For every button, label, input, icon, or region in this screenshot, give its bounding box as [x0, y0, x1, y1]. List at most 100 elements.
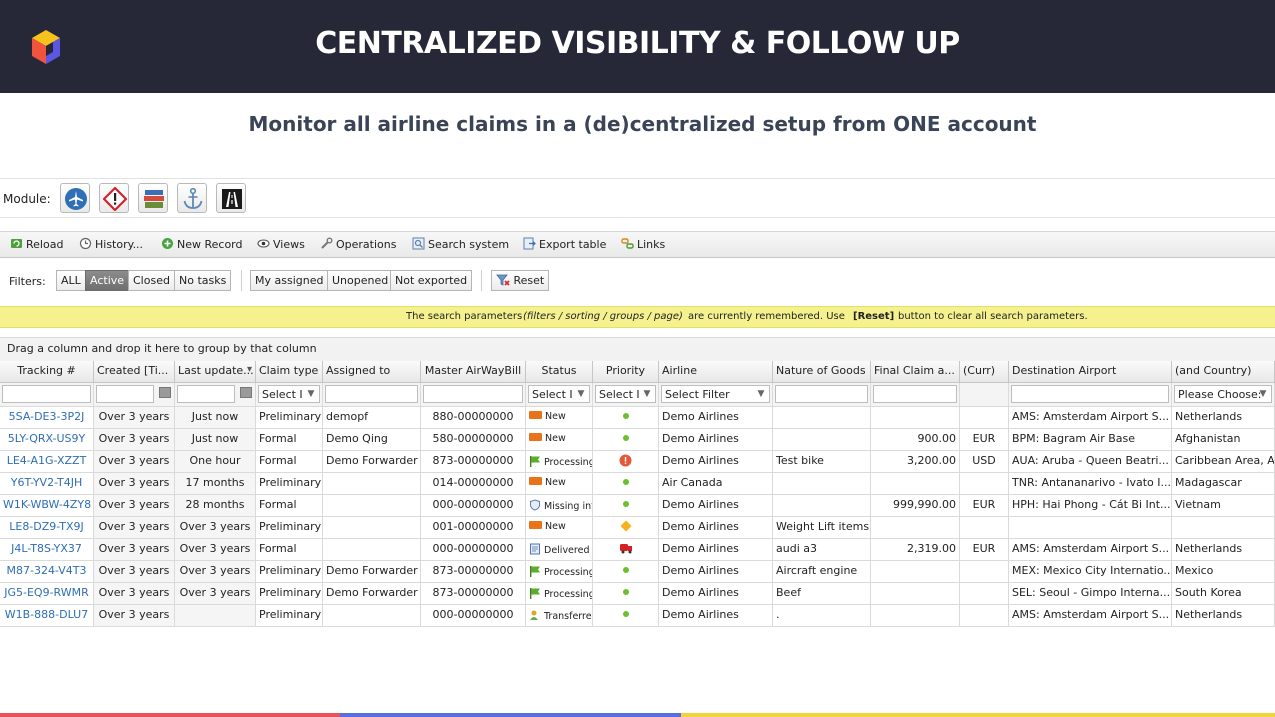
tracking-link[interactable]: Y6T-YV2-T4JH — [0, 473, 94, 495]
cell-assigned-to — [323, 473, 421, 495]
filter-select-value: Select I — [262, 388, 303, 401]
module-road-button[interactable] — [216, 183, 246, 213]
tracking-link[interactable]: 5SA-DE3-3P2J — [0, 407, 94, 429]
export-table-label: Export table — [539, 238, 607, 251]
module-anchor-button[interactable] — [177, 183, 207, 213]
column-header-priority[interactable]: Priority — [593, 361, 659, 383]
column-header-destination-airport[interactable]: Destination Airport — [1009, 361, 1172, 383]
column-header-master-awb[interactable]: Master AirWayBill — [421, 361, 526, 383]
filter-active-button[interactable]: Active — [85, 270, 130, 291]
filter-input-assigned-to[interactable] — [325, 385, 418, 403]
orange-diamond-icon — [620, 520, 632, 535]
filter-select-value: Select I — [599, 388, 640, 401]
new-badge-icon — [529, 521, 542, 529]
tracking-link[interactable]: JG5-EQ9-RWMR — [0, 583, 94, 605]
filter-cell-tracking — [0, 383, 94, 407]
column-header-currency[interactable]: (Curr) — [960, 361, 1009, 383]
tracking-link[interactable]: 5LY-QRX-US9Y — [0, 429, 94, 451]
column-header-assigned-to[interactable]: Assigned to — [323, 361, 421, 383]
tracking-link[interactable]: W1K-WBW-4ZY8 — [0, 495, 94, 517]
filter-select-claim-type[interactable]: Select I ▼ — [258, 385, 320, 403]
filter-input-tracking[interactable] — [2, 385, 91, 403]
calendar-icon[interactable] — [159, 387, 171, 398]
cell-master-awb: 873-00000000 — [421, 561, 526, 583]
search-system-button[interactable]: Search system — [412, 237, 509, 251]
filter-input-created[interactable] — [96, 385, 154, 403]
reset-button[interactable]: Reset — [491, 270, 550, 291]
export-icon — [523, 237, 536, 250]
reload-button[interactable]: Reload — [10, 237, 63, 251]
cell-assigned-to: Demo Forwarder — [323, 561, 421, 583]
column-header-nature-of-goods[interactable]: Nature of Goods — [773, 361, 871, 383]
tracking-link[interactable]: M87-324-V4T3 — [0, 561, 94, 583]
module-airplane-button[interactable] — [60, 183, 90, 213]
filter-input-last-update[interactable] — [177, 385, 235, 403]
links-button[interactable]: Links — [621, 237, 665, 251]
operations-button[interactable]: Operations — [320, 237, 396, 251]
cell-claim-type: Preliminary — [256, 517, 323, 539]
cell-destination-airport: AMS: Amsterdam Airport S... — [1009, 605, 1172, 627]
module-hazard-button[interactable] — [99, 183, 129, 213]
filter-select-country[interactable]: Please Choose: ▼ — [1174, 385, 1272, 403]
filter-select-status[interactable]: Select I ▼ — [528, 385, 590, 403]
operations-label: Operations — [336, 238, 397, 251]
green-dot-icon — [622, 589, 629, 595]
filter-input-master-awb[interactable] — [423, 385, 523, 403]
column-header-created[interactable]: Created [Ti... — [94, 361, 175, 383]
views-button[interactable]: Views — [257, 237, 305, 251]
filter-not-exported-button[interactable]: Not exported — [390, 270, 473, 291]
cell-final-claim — [871, 605, 960, 627]
cell-master-awb: 880-00000000 — [421, 407, 526, 429]
history-button[interactable]: History... — [79, 237, 143, 251]
filter-closed-button[interactable]: Closed — [128, 270, 175, 291]
filter-input-nature-of-goods[interactable] — [775, 385, 868, 403]
cell-status: Missing inf — [526, 495, 593, 517]
column-header-last-update[interactable]: Last update... ▾ — [175, 361, 256, 383]
cell-master-awb: 580-00000000 — [421, 429, 526, 451]
green-flag-icon — [529, 565, 541, 577]
tracking-link[interactable]: J4L-T8S-YX37 — [0, 539, 94, 561]
cell-nature-of-goods: . — [773, 605, 871, 627]
cell-currency: EUR — [960, 495, 1009, 517]
filter-select-airline[interactable]: Select Filter ▼ — [661, 385, 770, 403]
column-header-final-claim[interactable]: Final Claim a... — [871, 361, 960, 383]
cell-country — [1172, 517, 1275, 539]
cell-created: Over 3 years — [94, 495, 175, 517]
new-record-button[interactable]: New Record — [161, 237, 243, 251]
notice-text-post: button to clear all search parameters. — [898, 311, 1088, 322]
module-books-button[interactable] — [138, 183, 168, 213]
cell-priority — [593, 473, 659, 495]
cell-last-update: One hour — [175, 451, 256, 473]
export-table-button[interactable]: Export table — [523, 237, 606, 251]
filter-select-value: Select Filter — [665, 388, 730, 401]
filter-all-button[interactable]: ALL — [56, 270, 86, 291]
cell-airline: Demo Airlines — [659, 407, 773, 429]
cell-last-update: Over 3 years — [175, 583, 256, 605]
column-header-country[interactable]: (and Country) — [1172, 361, 1275, 383]
filter-select-priority[interactable]: Select I ▼ — [595, 385, 656, 403]
column-header-claim-type[interactable]: Claim type — [256, 361, 323, 383]
header-banner: CENTRALIZED VISIBILITY & FOLLOW UP — [0, 0, 1275, 93]
filter-unopened-button[interactable]: Unopened — [327, 270, 394, 291]
cell-final-claim: 2,319.00 — [871, 539, 960, 561]
tracking-link[interactable]: LE8-DZ9-TX9J — [0, 517, 94, 539]
filter-cell-assigned-to — [323, 383, 421, 407]
group-drop-zone[interactable]: Drag a column and drop it here to group … — [0, 337, 1275, 361]
column-header-airline[interactable]: Airline — [659, 361, 773, 383]
cell-status: New — [526, 517, 593, 539]
filter-my-assigned-button[interactable]: My assigned — [250, 270, 329, 291]
tracking-link[interactable]: W1B-888-DLU7 — [0, 605, 94, 627]
cell-claim-type: Preliminary — [256, 583, 323, 605]
cell-final-claim — [871, 473, 960, 495]
column-header-tracking[interactable]: Tracking # — [0, 361, 94, 383]
filter-input-destination-airport[interactable] — [1011, 385, 1169, 403]
tracking-link[interactable]: LE4-A1G-XZZT — [0, 451, 94, 473]
filter-input-final-claim[interactable] — [873, 385, 957, 403]
red-alert-icon — [619, 454, 632, 470]
search-system-icon — [412, 237, 425, 250]
toolbar: Reload History... New Record Views Opera… — [0, 231, 1275, 258]
transfer-icon — [529, 609, 541, 621]
calendar-icon[interactable] — [240, 387, 252, 398]
column-header-status[interactable]: Status — [526, 361, 593, 383]
filter-no-tasks-button[interactable]: No tasks — [174, 270, 232, 291]
